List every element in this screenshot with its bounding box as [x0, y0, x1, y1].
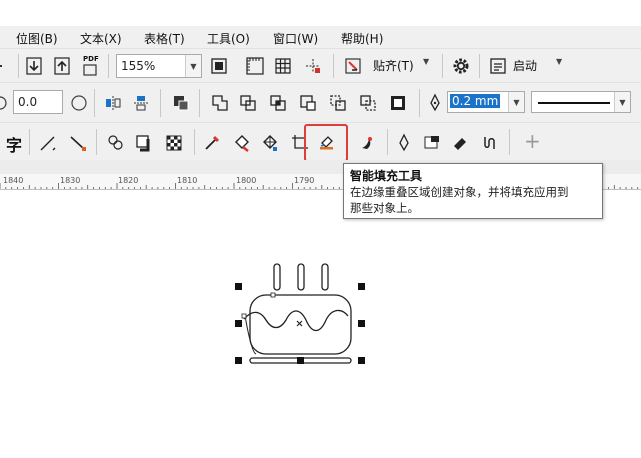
separator	[18, 54, 19, 78]
interactive-fill-icon[interactable]	[230, 131, 254, 155]
chevron-down-icon[interactable]: ▼	[556, 57, 562, 66]
create-boundary-icon[interactable]	[386, 91, 410, 115]
mesh-fill-icon[interactable]	[258, 131, 282, 155]
separator	[108, 54, 109, 78]
separator	[160, 89, 161, 117]
parallel-dimension-icon[interactable]	[36, 131, 60, 155]
selected-cake-drawing[interactable]	[230, 258, 370, 370]
menu-window[interactable]: 窗口(W)	[273, 30, 318, 47]
separator	[479, 54, 480, 78]
separator	[333, 54, 334, 78]
standard-toolbar: PDF 155% ▼ 贴齐(T) ▼ 启动 ▼	[0, 48, 641, 82]
drop-shadow-icon[interactable]	[132, 131, 156, 155]
artistic-media-icon[interactable]	[355, 131, 379, 155]
menu-bar: 位图(B) 文本(X) 表格(T) 工具(O) 窗口(W) 帮助(H)	[0, 26, 641, 48]
coordinate-input[interactable]: 0.0	[13, 90, 63, 114]
smart-fill-tooltip: 智能填充工具 在边缘重叠区域创建对象，并将填充应用到 那些对象上。	[343, 163, 603, 219]
menu-tools[interactable]: 工具(O)	[207, 30, 250, 47]
partial-icon[interactable]	[0, 54, 18, 78]
application-launcher-icon[interactable]	[486, 54, 510, 78]
show-guidelines-icon[interactable]	[301, 54, 325, 78]
zoom-level-select[interactable]: 155% ▼	[116, 54, 202, 78]
menu-table[interactable]: 表格(T)	[144, 30, 185, 47]
circle-icon	[0, 96, 7, 110]
zoom-level-value: 155%	[121, 59, 156, 73]
show-rulers-icon[interactable]	[243, 54, 267, 78]
smear-icon[interactable]	[478, 131, 502, 155]
chevron-down-icon[interactable]: ▼	[508, 92, 524, 112]
chevron-down-icon[interactable]: ▼	[185, 55, 201, 77]
pen-tool-icon[interactable]	[392, 131, 416, 155]
pdf-label: PDF	[83, 55, 99, 63]
connector-icon[interactable]	[66, 131, 90, 155]
group-objects-icon[interactable]	[169, 91, 193, 115]
separator	[94, 89, 95, 117]
tooltip-description-line2: 那些对象上。	[350, 201, 419, 215]
options-gear-icon[interactable]	[449, 54, 473, 78]
menu-text[interactable]: 文本(X)	[80, 30, 122, 47]
chevron-down-icon[interactable]: ▼	[423, 57, 429, 66]
outline-width-select[interactable]: 0.2 mm ▼	[447, 91, 525, 113]
separator	[29, 129, 30, 155]
separator	[419, 89, 420, 117]
weld-icon[interactable]	[208, 91, 232, 115]
eyedropper-icon[interactable]	[200, 131, 224, 155]
back-minus-front-icon[interactable]	[356, 91, 380, 115]
transparency-icon[interactable]	[162, 131, 186, 155]
chevron-down-icon[interactable]: ▼	[614, 92, 630, 112]
intersect-icon[interactable]	[266, 91, 290, 115]
outline-width-value: 0.2 mm	[450, 94, 501, 108]
application-launcher-label[interactable]: 启动	[513, 57, 537, 74]
tooltip-description-line1: 在边缘重叠区域创建对象，并将填充应用到	[350, 185, 569, 199]
tooltip-title: 智能填充工具	[350, 169, 423, 183]
fill-color-icon[interactable]	[420, 131, 444, 155]
coordinate-value: 0.0	[18, 95, 38, 109]
separator	[194, 129, 195, 155]
snap-to-dropdown[interactable]: 贴齐(T)	[373, 57, 414, 74]
line-style-preview	[538, 102, 610, 104]
outline-pen-icon[interactable]	[423, 91, 447, 115]
add-tool-button[interactable]: +	[524, 129, 541, 153]
blend-icon[interactable]	[104, 131, 128, 155]
import-icon[interactable]	[22, 54, 46, 78]
trim-icon[interactable]	[236, 91, 260, 115]
spin-stepper-icon[interactable]	[67, 91, 91, 115]
line-style-select[interactable]: ▼	[531, 91, 631, 113]
separator	[509, 129, 510, 155]
separator	[387, 129, 388, 155]
menu-help[interactable]: 帮助(H)	[341, 30, 383, 47]
export-icon[interactable]	[50, 54, 74, 78]
eraser-icon[interactable]	[448, 131, 472, 155]
property-bar: 0.0 0.2 mm ▼ ▼	[0, 82, 641, 122]
snap-off-icon[interactable]	[341, 54, 365, 78]
mirror-horizontal-icon[interactable]	[101, 91, 125, 115]
separator	[96, 129, 97, 155]
smart-fill-highlight-frame	[304, 124, 348, 162]
separator	[199, 89, 200, 117]
simplify-icon[interactable]	[296, 91, 320, 115]
show-grid-icon[interactable]	[271, 54, 295, 78]
full-screen-preview-icon[interactable]	[207, 54, 231, 78]
text-tool-button[interactable]: 字	[6, 132, 22, 156]
mirror-vertical-icon[interactable]	[129, 91, 153, 115]
menu-bitmaps[interactable]: 位图(B)	[16, 30, 58, 47]
separator	[442, 54, 443, 78]
front-minus-back-icon[interactable]	[326, 91, 350, 115]
